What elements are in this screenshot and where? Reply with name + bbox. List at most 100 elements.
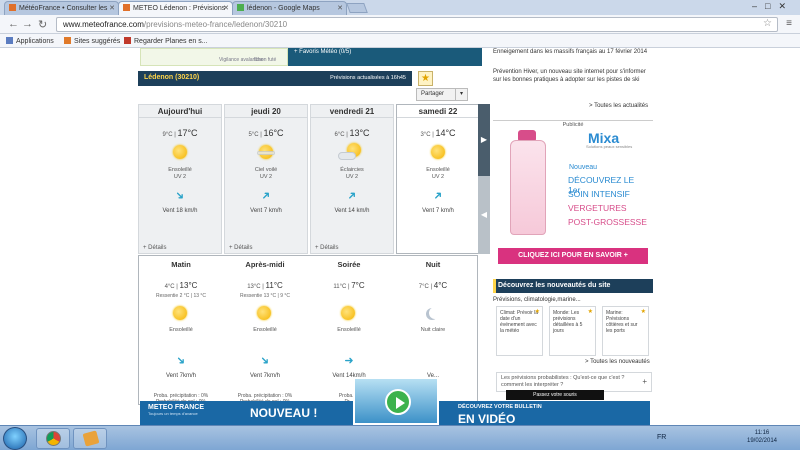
page-icon [64, 37, 71, 44]
probabilistic-box[interactable]: Les prévisions probabilistes : Qu'est-ce… [496, 372, 652, 392]
tab-meteofrance[interactable]: MétéoFrance • Consulter les ✕ [4, 1, 119, 15]
bookmark-label: Sites suggérés [74, 38, 121, 45]
day-name: vendredi 21 [311, 105, 393, 118]
temp-max: 13°C [349, 128, 370, 138]
banner-decouvrez: DÉCOUVREZ VOTRE BULLETIN [458, 404, 542, 410]
sun-icon [431, 145, 445, 159]
details-link[interactable]: + Détails [229, 245, 253, 251]
mixa-ad[interactable]: Mixa Solutions peaux sensibles Nouveau D… [498, 130, 648, 265]
forward-icon[interactable]: → [22, 18, 33, 30]
url-host: www.meteofrance.com [63, 20, 144, 29]
new-tab-button[interactable] [346, 3, 368, 13]
play-icon[interactable] [385, 389, 411, 415]
sun-icon [341, 306, 355, 320]
period-temps: 11°C | 7°C [333, 281, 365, 290]
sun-icon [173, 145, 187, 159]
discover-subtitle: Prévisions, climatologie,marine... [493, 297, 581, 303]
add-favorite-star-icon[interactable]: ★ [418, 71, 433, 86]
chevron-down-icon: ▾ [455, 89, 467, 100]
taskbar-app[interactable] [73, 428, 107, 449]
card-monde[interactable]: ★ Monde: Les prévisions détaillées à 5 jo… [549, 306, 596, 356]
card-marine[interactable]: ★ Marine: Prévisions côtières et sur les … [602, 306, 649, 356]
all-new-link[interactable]: > Toutes les nouveautés [585, 359, 650, 365]
reload-icon[interactable]: ↻ [38, 18, 47, 31]
bookmark-applications[interactable]: Applications [6, 37, 54, 45]
period-temp-main: 11°C [265, 281, 283, 290]
url-path: /previsions-meteo-france/ledenon/30210 [143, 20, 288, 29]
bookmark-label: Regarder Planes en s... [134, 38, 208, 45]
tab-label: METEO Lédenon : Prévisions [133, 5, 226, 12]
prev-days-arrow-icon[interactable]: ◀ [478, 176, 490, 254]
share-label: Partager [421, 91, 445, 97]
menu-icon[interactable]: ≡ [786, 18, 792, 29]
day-card-samedi[interactable]: samedi 22 3°C | 14°C Ensoleillé UV 2 ➜ V… [396, 104, 480, 254]
bison-fute-link[interactable]: Bison futé [254, 57, 276, 63]
feels-like: Ressentie 2 °C | 13 °C [155, 293, 207, 299]
period-temp-main: 7°C [351, 281, 365, 290]
star-icon: ★ [587, 309, 593, 315]
temp-max: 17°C [177, 128, 198, 138]
veil-icon [257, 151, 275, 155]
details-link[interactable]: + Détails [315, 245, 339, 251]
banner-logo-text: METEO FRANCE [148, 404, 204, 411]
close-tab-icon[interactable]: ✕ [109, 4, 115, 12]
ad-label: Publicité [493, 120, 653, 128]
bookmark-star-icon[interactable]: ☆ [763, 18, 772, 29]
window-controls[interactable]: –□✕ [752, 1, 794, 12]
tab-google-maps[interactable]: lédenon - Google Maps ✕ [232, 1, 347, 15]
news-item[interactable]: Prévention Hiver, un nouveau site intern… [493, 68, 653, 84]
temp-min: 9°C [162, 132, 173, 138]
period-name: Nuit [425, 260, 441, 269]
start-button[interactable] [3, 427, 27, 450]
ad-cta-button[interactable]: CLIQUEZ ICI POUR EN SAVOIR + [498, 248, 648, 264]
banner-en-video: EN VIDÉO [458, 412, 516, 425]
meteofrance-favicon-icon [9, 4, 16, 11]
period-temp: 4°C [164, 284, 175, 290]
chrome-icon [46, 431, 61, 446]
card-climat[interactable]: ★ Climat: Prévoir la date d'un événement … [496, 306, 543, 356]
period-temps: 4°C | 13°C [164, 281, 198, 290]
video-thumbnail[interactable] [353, 377, 439, 425]
address-bar[interactable]: www.meteofrance.com/previsions-meteo-fra… [56, 17, 778, 32]
period-matin: Matin 4°C | 13°C Ressentie 2 °C | 13 °C … [139, 256, 223, 406]
tab-label: MétéoFrance • Consulter les [19, 5, 108, 12]
share-dropdown[interactable]: Partager ▾ [416, 88, 468, 101]
star-icon: ★ [640, 309, 646, 315]
all-news-link[interactable]: > Toutes les actualités [589, 103, 648, 109]
temp-max: 14°C [435, 128, 456, 138]
news-item[interactable]: Enneigement dans les massifs français au… [493, 48, 653, 56]
favoris-meteo[interactable]: + Favoris Météo (0/5) [288, 48, 482, 66]
day-temps: 9°C | 17°C [162, 128, 198, 138]
tab-ledenon[interactable]: METEO Lédenon : Prévisions ✕ [118, 1, 233, 15]
day-card-vendredi[interactable]: vendredi 21 6°C | 13°C Éclaircies UV 2 ➜… [310, 104, 394, 254]
bookmark-planes[interactable]: Regarder Planes en s... [124, 37, 208, 45]
clock[interactable]: 11:16 19/02/2014 [732, 429, 792, 445]
bookmarks-bar: Applications Sites suggérés Regarder Pla… [0, 34, 800, 48]
next-days-arrow-icon[interactable]: ▶ [478, 104, 490, 176]
taskbar-chrome[interactable] [36, 428, 70, 449]
wind-label: Vent 7 km/h [422, 208, 454, 214]
period-name: Matin [171, 260, 191, 269]
bottle-image [510, 140, 546, 235]
tab-label: lédenon - Google Maps [247, 5, 320, 12]
back-icon[interactable]: ← [8, 18, 19, 30]
card-text: Climat: Prévoir la date d'un événement a… [500, 310, 539, 334]
bookmark-label: Applications [16, 38, 54, 45]
close-tab-icon[interactable]: ✕ [337, 4, 343, 12]
temp-min: 6°C [334, 132, 345, 138]
close-tab-icon[interactable]: ✕ [223, 4, 229, 12]
meteofrance-favicon-icon [123, 4, 130, 11]
day-card-today[interactable]: Aujourd'hui 9°C | 17°C Ensoleillé UV 2 ➜… [138, 104, 222, 254]
bookmark-suggested[interactable]: Sites suggérés [64, 37, 120, 45]
wind-arrow-icon: ➜ [344, 355, 354, 367]
details-link[interactable]: + Détails [143, 245, 167, 251]
language-indicator[interactable]: FR [657, 434, 666, 441]
banner-nouveau: NOUVEAU ! [250, 406, 318, 420]
period-temp: 11°C [333, 284, 347, 290]
video-banner[interactable]: METEO FRANCE Toujours un temps d'avance N… [140, 377, 650, 425]
ad-line: SOIN INTENSIF [568, 189, 630, 199]
day-temps: 3°C | 14°C [420, 128, 456, 138]
prev-box-text: Les prévisions probabilistes : Qu'est-ce… [501, 375, 625, 388]
web-page: Vigilance avalanche Bison futé + Favoris… [0, 48, 800, 425]
day-card-jeudi[interactable]: jeudi 20 5°C | 16°C Ciel voilé UV 2 ➜ Ve… [224, 104, 308, 254]
